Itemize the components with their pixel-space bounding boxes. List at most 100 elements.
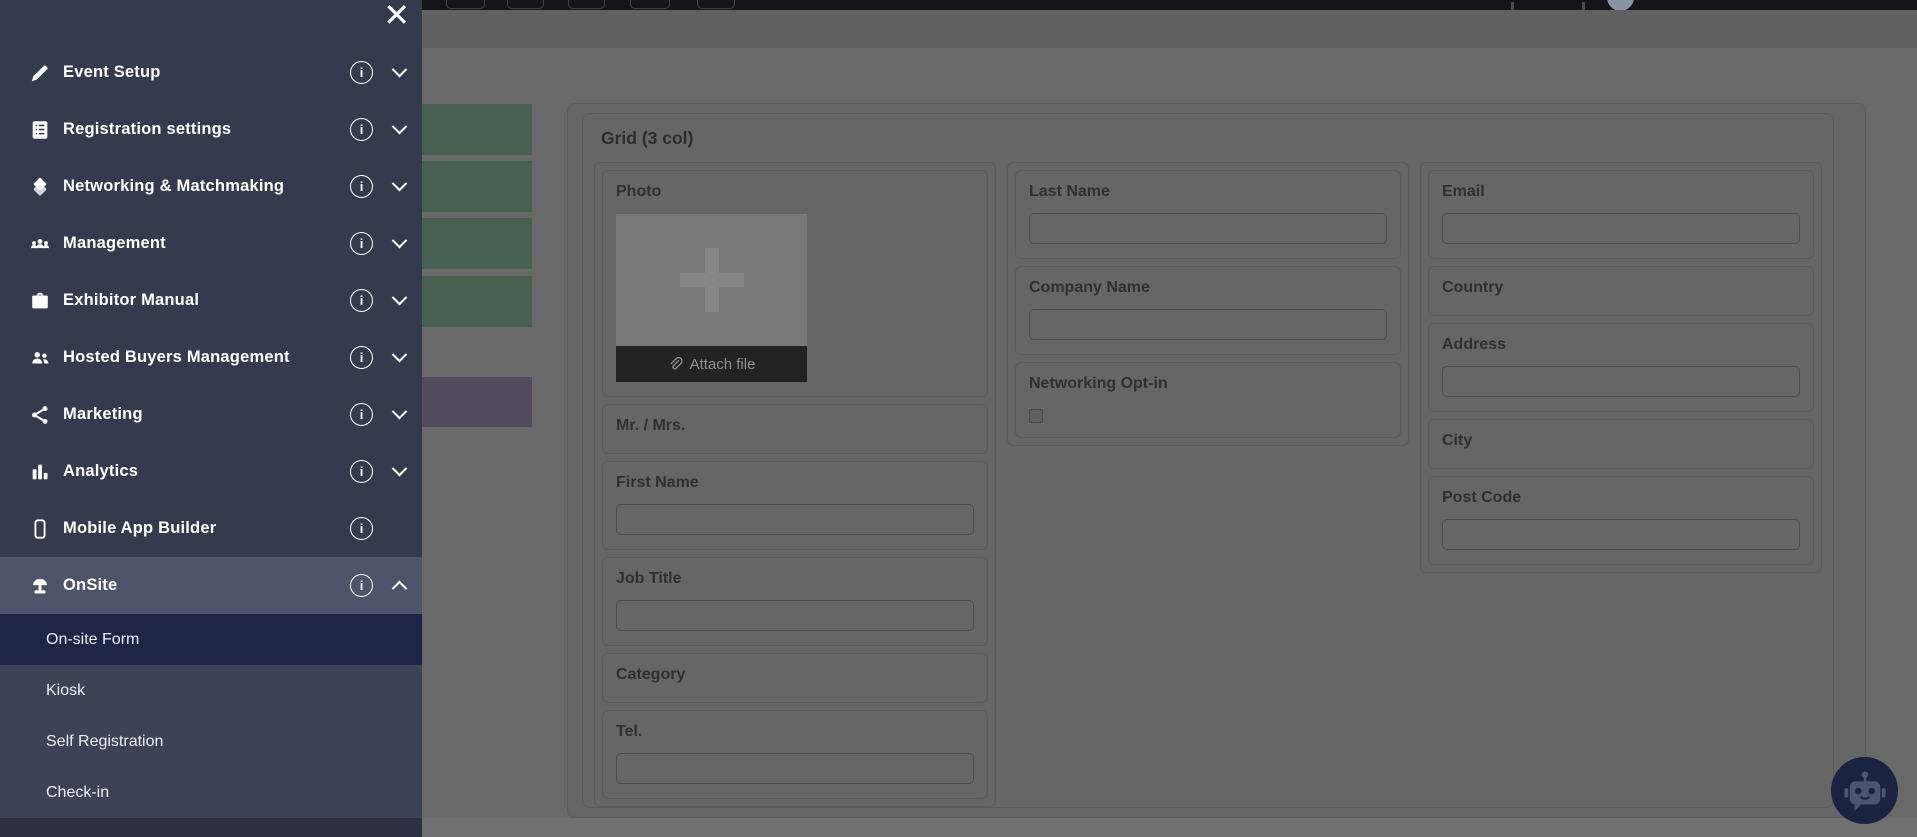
bar-chart-icon [27,459,52,484]
sidebar-item-onsite[interactable]: OnSite i [0,557,422,614]
sidebar-subitem-check-in[interactable]: Check-in [0,767,422,818]
attach-file-button[interactable]: Attach file [616,346,807,382]
job-title-input[interactable] [616,600,974,631]
toolbar-button-2[interactable] [507,0,544,9]
address-input[interactable] [1442,366,1800,397]
paperclip-icon [668,357,683,372]
field-photo[interactable]: Photo Attach file [602,170,988,397]
company-name-input[interactable] [1029,309,1387,340]
briefcase-icon [27,288,52,313]
robot-icon [1842,768,1888,814]
pencil-icon [27,60,52,85]
chevron-down-icon[interactable] [392,233,408,249]
share-icon [27,402,52,427]
palette-block-green-1[interactable] [422,104,532,155]
form-grid-row: Photo Attach file [594,162,1822,807]
sidebar-bottom-strip [0,818,422,837]
field-country[interactable]: Country [1428,266,1814,316]
sidebar-item-exhibitor-manual[interactable]: Exhibitor Manual i [0,272,422,329]
photo-upload-widget: Attach file [616,214,807,382]
attach-file-label: Attach file [690,356,756,373]
tel-input[interactable] [616,753,974,784]
post-code-input[interactable] [1442,519,1800,550]
form-list-icon [27,117,52,142]
field-last-name: Last Name [1015,170,1401,259]
sidebar-menu: ✕ Event Setup i Registration settings i [0,0,422,837]
toolbar-button-5[interactable] [697,0,735,9]
grid-section-title: Grid (3 col) [583,114,1833,149]
info-icon[interactable]: i [350,403,373,426]
content-bottom-strip [422,818,1917,837]
chevron-down-icon[interactable] [392,404,408,420]
grid-section-panel[interactable]: Grid (3 col) Photo [582,113,1834,808]
chevron-down-icon[interactable] [392,347,408,363]
chevron-down-icon[interactable] [392,176,408,192]
close-icon[interactable]: ✕ [383,0,410,34]
users-group-icon [27,231,52,256]
info-icon[interactable]: i [350,175,373,198]
kiosk-icon [27,573,52,598]
first-name-input[interactable] [616,504,974,535]
palette-block-green-4[interactable] [422,276,532,327]
palette-block-green-3[interactable] [422,218,532,269]
chevron-down-icon[interactable] [392,62,408,78]
sidebar-item-marketing[interactable]: Marketing i [0,386,422,443]
info-icon[interactable]: i [350,574,373,597]
email-input[interactable] [1442,213,1800,244]
sidebar-subitem-onsite-form[interactable]: On-site Form [0,614,422,665]
smartphone-icon [27,516,52,541]
palette-block-purple[interactable] [422,377,532,427]
sidebar-item-event-setup[interactable]: Event Setup i [0,44,422,101]
sidebar-item-management[interactable]: Management i [0,215,422,272]
field-company-name: Company Name [1015,266,1401,355]
palette-block-green-2[interactable] [422,161,532,212]
chevron-up-icon[interactable] [392,581,408,597]
field-job-title: Job Title [602,557,988,646]
sidebar-nav: Event Setup i Registration settings i Ne… [0,44,422,614]
sidebar-item-networking-matchmaking[interactable]: Networking & Matchmaking i [0,158,422,215]
sidebar-item-hosted-buyers-management[interactable]: Hosted Buyers Management i [0,329,422,386]
field-title-select[interactable]: Mr. / Mrs. [602,404,988,454]
field-city[interactable]: City [1428,419,1814,469]
stacked-tags-icon [27,174,52,199]
info-icon[interactable]: i [350,61,373,84]
info-icon[interactable]: i [350,289,373,312]
field-address: Address [1428,323,1814,412]
field-category[interactable]: Category [602,653,988,703]
info-icon[interactable]: i [350,118,373,141]
toolbar-icon [1582,2,1585,10]
toolbar-button-4[interactable] [630,0,670,9]
grid-column-1: Photo Attach file [594,162,996,807]
chatbot-button[interactable] [1831,757,1898,824]
chevron-down-icon[interactable] [392,461,408,477]
sidebar-item-mobile-app-builder[interactable]: Mobile App Builder i [0,500,422,557]
content-header-strip [422,10,1917,48]
field-networking-opt-in: Networking Opt-in [1015,362,1401,438]
sidebar-subitem-self-registration[interactable]: Self Registration [0,716,422,767]
two-users-icon [27,345,52,370]
info-icon[interactable]: i [350,517,373,540]
field-email: Email [1428,170,1814,259]
field-first-name: First Name [602,461,988,550]
toolbar-button-3[interactable] [568,0,605,9]
chevron-down-icon[interactable] [392,119,408,135]
avatar[interactable] [1607,0,1634,10]
grid-column-2: Last Name Company Name Networking Opt-in [1007,162,1409,446]
chevron-down-icon[interactable] [392,290,408,306]
networking-opt-in-checkbox[interactable] [1029,409,1043,423]
sidebar-subitem-kiosk[interactable]: Kiosk [0,665,422,716]
info-icon[interactable]: i [350,232,373,255]
photo-dropzone[interactable] [616,214,807,346]
last-name-input[interactable] [1029,213,1387,244]
sidebar-item-analytics[interactable]: Analytics i [0,443,422,500]
info-icon[interactable]: i [350,460,373,483]
field-tel: Tel. [602,710,988,799]
sidebar-item-registration-settings[interactable]: Registration settings i [0,101,422,158]
field-post-code: Post Code [1428,476,1814,565]
toolbar-button-1[interactable] [446,0,485,9]
onsite-submenu: On-site Form Kiosk Self Registration Che… [0,614,422,818]
app-window: Grid (3 col) Photo [0,0,1917,837]
info-icon[interactable]: i [350,346,373,369]
form-canvas-panel: Grid (3 col) Photo [567,103,1866,818]
grid-column-3: Email Country Address City [1420,162,1822,573]
